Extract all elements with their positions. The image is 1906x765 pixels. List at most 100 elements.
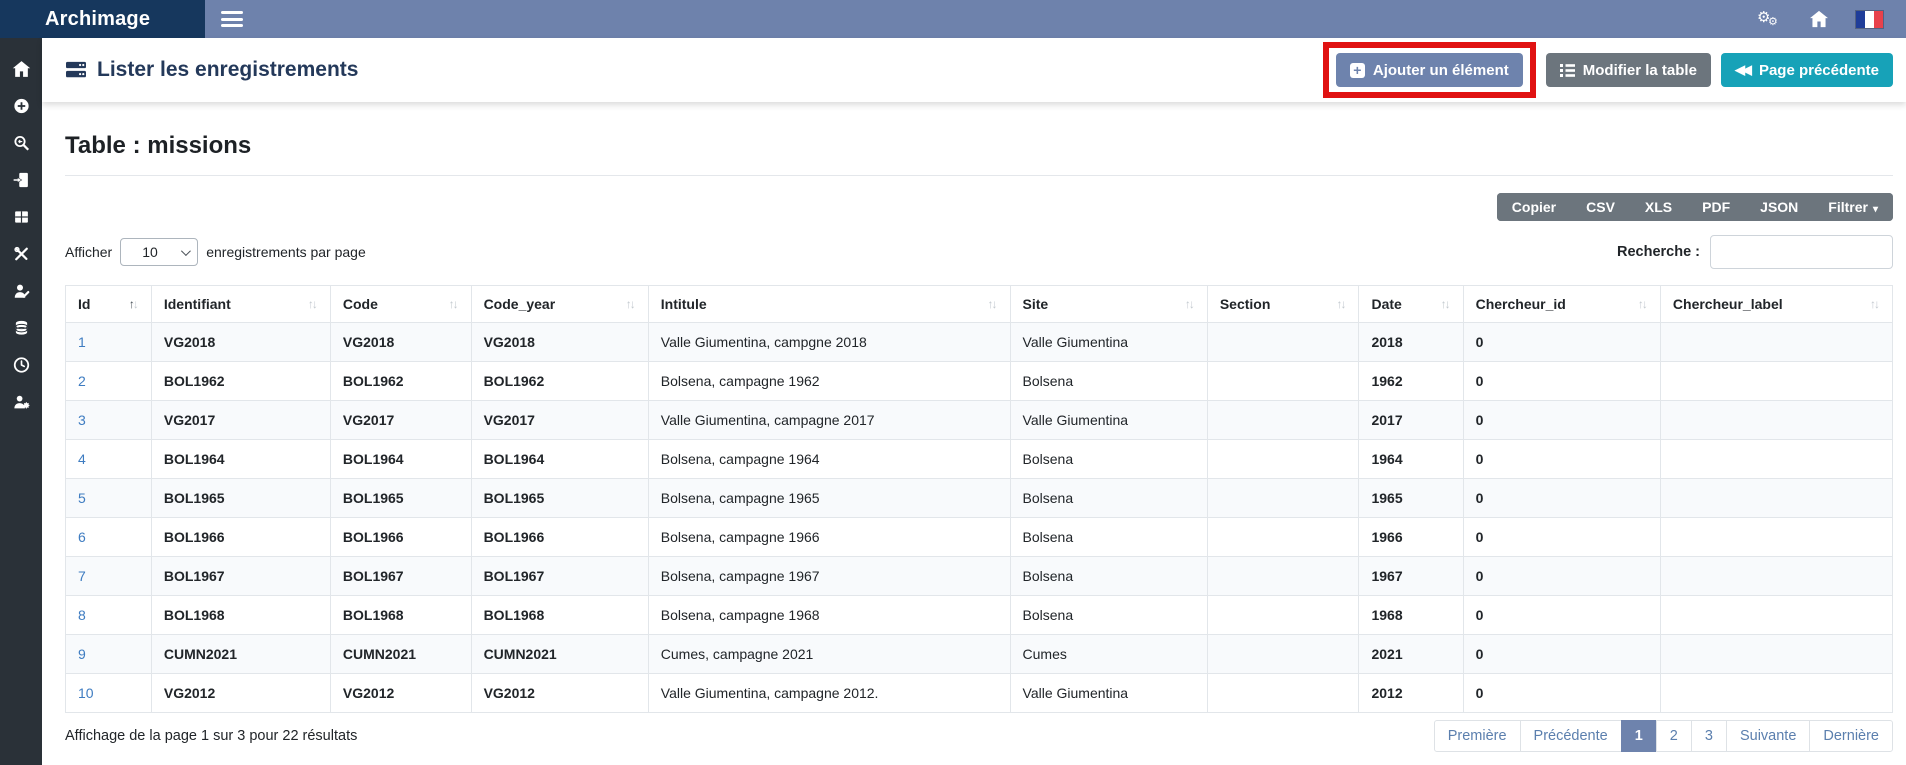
- column-header-identifiant[interactable]: Identifiant↑↓: [151, 286, 330, 323]
- home-icon[interactable]: [12, 60, 31, 78]
- record-link[interactable]: 6: [78, 529, 86, 545]
- previous-page-button[interactable]: ◀◀ Page précédente: [1721, 53, 1893, 87]
- tools-icon[interactable]: [12, 245, 31, 263]
- column-header-code_year[interactable]: Code_year↑↓: [471, 286, 648, 323]
- settings-gears-icon[interactable]: ⚙⚙: [1757, 8, 1783, 30]
- chercheur_label-cell: [1660, 557, 1892, 596]
- section-cell: [1207, 440, 1359, 479]
- record-link[interactable]: 8: [78, 607, 86, 623]
- plus-circle-icon[interactable]: [12, 97, 31, 115]
- app-logo[interactable]: Archimage: [0, 0, 205, 38]
- column-header-code[interactable]: Code↑↓: [330, 286, 471, 323]
- code_year-cell: BOL1962: [471, 362, 648, 401]
- chercheur_label-cell: [1660, 635, 1892, 674]
- column-header-id[interactable]: Id↑↓: [66, 286, 152, 323]
- chercheur_id-cell: 0: [1463, 362, 1660, 401]
- users-gear-icon[interactable]: [12, 393, 31, 411]
- user-edit-icon[interactable]: [12, 282, 31, 300]
- record-link[interactable]: 2: [78, 373, 86, 389]
- export-csv-button[interactable]: CSV: [1571, 193, 1630, 221]
- pagination-item-3[interactable]: 3: [1691, 720, 1727, 752]
- pagination-item-derniere[interactable]: Dernière: [1809, 720, 1893, 752]
- export-xls-button[interactable]: XLS: [1630, 193, 1687, 221]
- file-import-icon[interactable]: [12, 171, 31, 189]
- chercheur_id-cell: 0: [1463, 518, 1660, 557]
- date-cell: 1967: [1359, 557, 1463, 596]
- pagination-item-1[interactable]: 1: [1621, 720, 1657, 752]
- sort-icon: ↑↓: [129, 297, 139, 311]
- database-icon[interactable]: [12, 319, 31, 337]
- table-icon[interactable]: [12, 208, 31, 226]
- record-link[interactable]: 7: [78, 568, 86, 584]
- record-link[interactable]: 5: [78, 490, 86, 506]
- home-icon[interactable]: [1809, 10, 1829, 28]
- table-row: 9CUMN2021CUMN2021CUMN2021Cumes, campagne…: [66, 635, 1893, 674]
- page-length-select[interactable]: 10: [120, 238, 198, 266]
- length-value: 10: [142, 244, 158, 260]
- sort-icon: ↑↓: [1638, 297, 1648, 311]
- pagination-item-suivante[interactable]: Suivante: [1726, 720, 1810, 752]
- column-header-chercheur_label[interactable]: Chercheur_label↑↓: [1660, 286, 1892, 323]
- identifiant-cell: VG2017: [151, 401, 330, 440]
- chercheur_id-cell: 0: [1463, 323, 1660, 362]
- length-suffix-label: enregistrements par page: [206, 244, 366, 260]
- column-header-chercheur_id[interactable]: Chercheur_id↑↓: [1463, 286, 1660, 323]
- chercheur_label-cell: [1660, 362, 1892, 401]
- export-json-button[interactable]: JSON: [1745, 193, 1813, 221]
- record-link[interactable]: 4: [78, 451, 86, 467]
- id-cell: 7: [66, 557, 152, 596]
- code_year-cell: BOL1964: [471, 440, 648, 479]
- chercheur_id-cell: 0: [1463, 674, 1660, 713]
- table-row: 5BOL1965BOL1965BOL1965Bolsena, campagne …: [66, 479, 1893, 518]
- table-row: 3VG2017VG2017VG2017Valle Giumentina, cam…: [66, 401, 1893, 440]
- pagination-item-2[interactable]: 2: [1656, 720, 1692, 752]
- pagination-item-precedente[interactable]: Précédente: [1520, 720, 1622, 752]
- add-item-button[interactable]: + Ajouter un élément: [1336, 53, 1523, 87]
- table-row: 6BOL1966BOL1966BOL1966Bolsena, campagne …: [66, 518, 1893, 557]
- record-link[interactable]: 10: [78, 685, 94, 701]
- chercheur_id-cell: 0: [1463, 596, 1660, 635]
- site-cell: Bolsena: [1010, 596, 1207, 635]
- clock-icon[interactable]: [12, 356, 31, 374]
- site-cell: Bolsena: [1010, 362, 1207, 401]
- column-header-site[interactable]: Site↑↓: [1010, 286, 1207, 323]
- column-header-section[interactable]: Section↑↓: [1207, 286, 1359, 323]
- pagination: PremièrePrécédente123SuivanteDernière: [1434, 720, 1893, 752]
- search-icon[interactable]: [12, 134, 31, 152]
- annotation-highlight-box: + Ajouter un élément: [1323, 42, 1536, 98]
- table-row: 1VG2018VG2018VG2018Valle Giumentina, cam…: [66, 323, 1893, 362]
- column-header-date[interactable]: Date↑↓: [1359, 286, 1463, 323]
- server-icon: [65, 60, 87, 80]
- search-input[interactable]: [1710, 235, 1893, 269]
- french-flag-icon[interactable]: [1855, 10, 1884, 29]
- table-row: 10VG2012VG2012VG2012Valle Giumentina, ca…: [66, 674, 1893, 713]
- id-cell: 3: [66, 401, 152, 440]
- chercheur_label-cell: [1660, 596, 1892, 635]
- record-link[interactable]: 3: [78, 412, 86, 428]
- date-cell: 2021: [1359, 635, 1463, 674]
- export-copier-button[interactable]: Copier: [1497, 193, 1571, 221]
- sort-icon: ↑↓: [1870, 297, 1880, 311]
- chercheur_id-cell: 0: [1463, 401, 1660, 440]
- section-cell: [1207, 518, 1359, 557]
- sort-icon: ↑↓: [1441, 297, 1451, 311]
- code_year-cell: BOL1967: [471, 557, 648, 596]
- edit-table-button[interactable]: Modifier la table: [1546, 53, 1711, 87]
- record-link[interactable]: 9: [78, 646, 86, 662]
- date-cell: 2018: [1359, 323, 1463, 362]
- code_year-cell: BOL1966: [471, 518, 648, 557]
- record-link[interactable]: 1: [78, 334, 86, 350]
- code-cell: VG2018: [330, 323, 471, 362]
- pagination-item-premiere[interactable]: Première: [1434, 720, 1521, 752]
- filter-dropdown-button[interactable]: Filtrer▾: [1813, 193, 1893, 221]
- chercheur_label-cell: [1660, 479, 1892, 518]
- column-header-intitule[interactable]: Intitule↑↓: [648, 286, 1010, 323]
- intitule-cell: Valle Giumentina, campagne 2012.: [648, 674, 1010, 713]
- menu-toggle-icon[interactable]: [221, 8, 243, 31]
- list-icon: [1560, 63, 1575, 77]
- chevron-down-icon: [181, 246, 191, 256]
- section-cell: [1207, 557, 1359, 596]
- export-pdf-button[interactable]: PDF: [1687, 193, 1745, 221]
- table-row: 7BOL1967BOL1967BOL1967Bolsena, campagne …: [66, 557, 1893, 596]
- id-cell: 4: [66, 440, 152, 479]
